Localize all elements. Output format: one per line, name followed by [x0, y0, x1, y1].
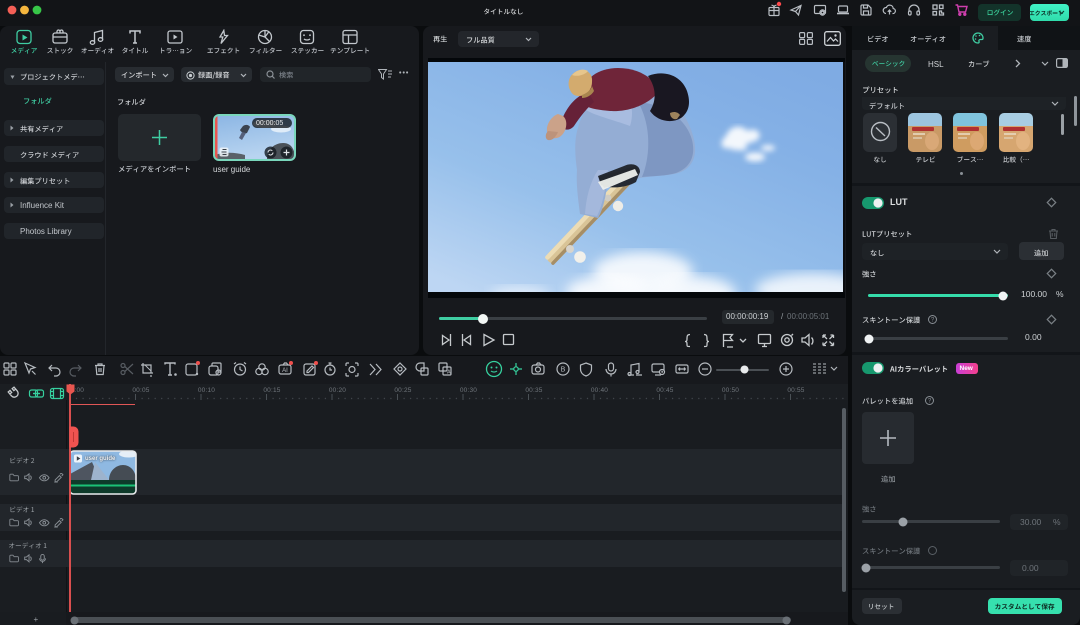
svg-text:A: A — [447, 370, 451, 376]
svg-text:AI: AI — [282, 368, 288, 374]
svg-text:B: B — [561, 367, 566, 374]
